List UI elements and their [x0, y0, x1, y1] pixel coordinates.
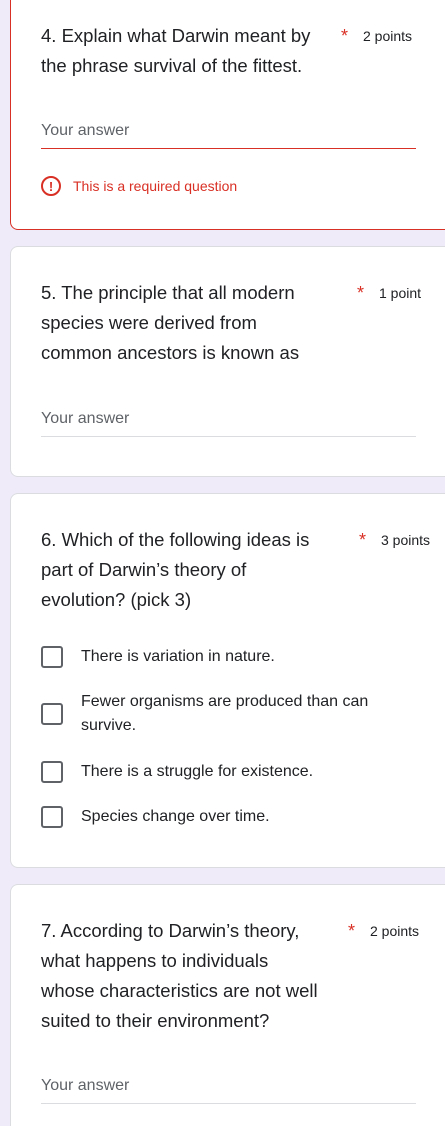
checkbox-icon[interactable] — [41, 806, 63, 828]
error-message: ! This is a required question — [41, 176, 237, 196]
question-title: 4. Explain what Darwin meant by the phra… — [41, 25, 311, 76]
form-page: 4. Explain what Darwin meant by the phra… — [0, 0, 445, 1126]
checkbox-option[interactable]: Species change over time. — [41, 805, 391, 829]
question-card-5: 5. The principle that all modern species… — [10, 246, 445, 477]
checkbox-option[interactable]: There is a struggle for existence. — [41, 760, 391, 784]
points-label: 2 points — [370, 923, 420, 939]
checkbox-icon[interactable] — [41, 761, 63, 783]
checkbox-option[interactable]: Fewer organisms are produced than can su… — [41, 690, 381, 738]
question-title: 7. According to Darwin’s theory, what ha… — [41, 920, 318, 1031]
points-label: 2 points — [363, 28, 413, 44]
option-label: Species change over time. — [81, 808, 270, 825]
answer-input[interactable]: Your answer — [41, 1077, 416, 1104]
required-asterisk: * — [348, 921, 356, 941]
answer-input[interactable]: Your answer — [41, 410, 416, 437]
option-label: Fewer organisms are produced than can su… — [81, 693, 369, 734]
error-text: This is a required question — [73, 178, 238, 194]
question-card-7: 7. According to Darwin’s theory, what ha… — [10, 884, 445, 1126]
question-card-6: 6. Which of the following ideas is part … — [10, 493, 445, 868]
question-title: 5. The principle that all modern species… — [41, 282, 300, 363]
points-label: 3 points — [381, 532, 431, 548]
required-asterisk: * — [359, 530, 367, 550]
required-asterisk: * — [357, 283, 365, 303]
required-asterisk: * — [341, 26, 349, 46]
option-label: There is a struggle for existence. — [81, 763, 314, 780]
points-label: 1 point — [379, 285, 422, 301]
option-label: There is variation in nature. — [81, 648, 275, 665]
checkbox-icon[interactable] — [41, 646, 63, 668]
error-icon: ! — [41, 176, 61, 196]
checkbox-option[interactable]: There is variation in nature. — [41, 645, 391, 669]
answer-input[interactable]: Your answer — [41, 122, 416, 149]
question-title: 6. Which of the following ideas is part … — [41, 529, 310, 610]
checkbox-icon[interactable] — [41, 703, 63, 725]
question-card-4: 4. Explain what Darwin meant by the phra… — [10, 0, 445, 230]
